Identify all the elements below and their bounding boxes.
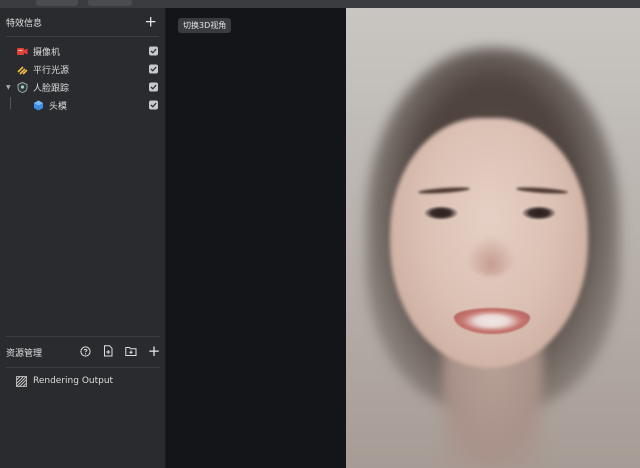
effects-tree: 摄像机 平行光源 ▼ 人脸跟踪 头模 [0,37,165,114]
visibility-checkbox[interactable] [149,64,158,74]
rendering-output-icon [16,375,27,387]
top-tab-bar [0,0,640,8]
tree-item-label: 平行光源 [33,65,70,76]
switch-3d-view-button[interactable]: 切换3D视角 [178,18,232,33]
tree-item-face-tracking[interactable]: ▼ 人脸跟踪 [0,78,165,96]
resource-panel-title: 资源管理 [6,348,43,359]
tree-item-label: 头模 [49,101,68,112]
resource-panel-header: 资源管理 + [0,337,166,367]
visibility-checkbox[interactable] [149,100,158,110]
left-sidebar: 特效信息 + 摄像机 平行光源 ▼ 人脸跟踪 头模 资源管理 + Renderi… [0,8,166,468]
directional-light-icon [17,64,28,75]
preview-viewport[interactable]: 切换3D视角 [167,8,640,468]
resource-panel: 资源管理 + Rendering Output [0,336,166,394]
resource-item-label: Rendering Output [33,376,114,386]
effects-panel-title: 特效信息 [6,18,43,29]
tab-stub[interactable] [36,0,78,6]
expand-arrow-icon[interactable]: ▼ [6,84,11,91]
tree-item-directional-light[interactable]: 平行光源 [0,60,165,78]
right-eye [522,206,556,220]
tab-stub[interactable] [88,0,132,6]
tree-item-label: 摄像机 [33,47,61,58]
camera-icon [17,46,28,57]
nose [466,236,516,276]
tree-item-head-model[interactable]: 头模 [0,96,165,114]
effects-panel-header: 特效信息 + [0,8,165,36]
resource-toolbar: + [79,342,161,360]
tree-item-camera[interactable]: 摄像机 [0,42,165,60]
add-file-icon[interactable] [102,345,114,357]
tree-guide-line [10,97,11,109]
left-eye [424,206,458,220]
plus-icon[interactable]: + [144,14,157,30]
visibility-checkbox[interactable] [149,46,158,56]
face-tracking-icon [17,81,28,93]
plus-icon[interactable]: + [148,342,161,360]
head-model-icon [33,100,44,111]
tree-item-label: 人脸跟踪 [33,83,70,94]
add-folder-icon[interactable] [125,345,137,357]
face-preview-image [346,8,640,468]
resource-item-rendering-output[interactable]: Rendering Output [0,368,166,394]
help-icon[interactable] [79,345,91,357]
visibility-checkbox[interactable] [149,82,158,92]
